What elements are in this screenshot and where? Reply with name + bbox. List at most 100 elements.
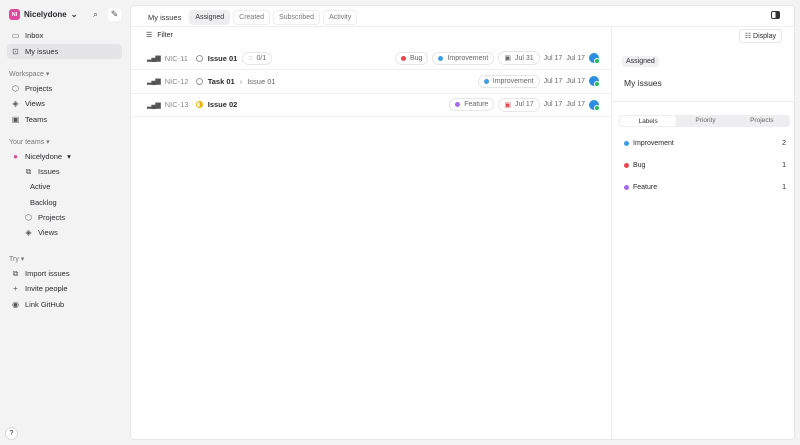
- subissue-progress[interactable]: ◌ 0/1: [242, 51, 273, 65]
- issue-title: Issue 02: [207, 100, 238, 110]
- assignee-avatar[interactable]: [589, 76, 600, 88]
- filter-icon: ☰: [146, 32, 153, 39]
- label: Backlog: [30, 198, 57, 207]
- sidebar-item-team-projects[interactable]: ⬡ Projects: [20, 210, 122, 225]
- toggle-panel-icon[interactable]: [771, 11, 780, 19]
- label: Active: [30, 182, 51, 191]
- issue-row[interactable]: ▂▄▆ NIC-12 Task 01 › Issue 01 Improvement …: [131, 70, 611, 94]
- label: Your teams: [9, 139, 45, 146]
- sidebar-item-views[interactable]: ◈ Views: [7, 96, 122, 111]
- label: My issues: [25, 47, 59, 56]
- sidebar-item-backlog[interactable]: Backlog: [26, 195, 122, 210]
- panel-title: My issues: [624, 78, 662, 88]
- sidebar-item-active[interactable]: Active: [26, 179, 122, 194]
- import-icon: ⧉: [12, 268, 19, 278]
- label-stat[interactable]: Feature 1: [624, 184, 786, 191]
- issue-id: NIC-12: [164, 76, 189, 86]
- updated-date: Jul 17: [566, 101, 585, 109]
- divider: [612, 101, 796, 102]
- label: Teams: [25, 115, 48, 124]
- workspace-name: Nicelydone: [24, 10, 67, 19]
- label-dot: [624, 141, 629, 146]
- count: 2: [782, 140, 786, 147]
- label: Improvement: [447, 54, 489, 62]
- label: Issues: [38, 167, 60, 176]
- updated-date: Jul 17: [566, 77, 585, 85]
- side-panel: Assigned My issues Labels Priority Proje…: [611, 26, 796, 441]
- issue-row[interactable]: ▂▄▆ NIC-11 Issue 01 ◌ 0/1 Bug Improvement …: [131, 47, 611, 71]
- label-dot: [624, 185, 629, 190]
- label: Jul 31: [514, 54, 534, 62]
- sidebar-item-github[interactable]: ◉ Link GitHub: [7, 297, 122, 312]
- label-dot: [400, 55, 406, 61]
- status-in-progress-icon[interactable]: [195, 101, 203, 109]
- status-todo-icon[interactable]: [195, 77, 203, 85]
- sidebar-item-invite[interactable]: + Invite people: [7, 281, 122, 296]
- label: Improvement: [633, 140, 674, 147]
- priority-icon[interactable]: ▂▄▆: [147, 101, 161, 109]
- label-chip[interactable]: Bug: [394, 51, 429, 65]
- due-date-chip[interactable]: ▣ Jul 31: [498, 51, 540, 66]
- panel-badge: Assigned: [622, 56, 659, 67]
- updated-date: Jul 17: [566, 54, 585, 62]
- sidebar-item-inbox[interactable]: ▭ Inbox: [7, 28, 122, 43]
- your-teams-section[interactable]: Your teams ▾: [9, 138, 50, 146]
- tab-created[interactable]: Created: [233, 10, 271, 25]
- views-icon: ◈: [12, 99, 19, 108]
- created-date: Jul 17: [543, 101, 563, 109]
- panel-tabs: Labels Priority Projects: [619, 115, 790, 127]
- priority-icon[interactable]: ▂▄▆: [147, 54, 161, 62]
- github-icon: ◉: [12, 300, 19, 309]
- tab-activity[interactable]: Activity: [323, 10, 358, 25]
- created-date: Jul 17: [543, 77, 563, 85]
- label-stat[interactable]: Improvement 2: [624, 140, 786, 147]
- count: 1: [782, 184, 786, 191]
- assignee-avatar[interactable]: [589, 53, 600, 65]
- label: Nicelydone: [25, 152, 63, 161]
- caret-icon: ▾: [67, 152, 71, 161]
- label-stat[interactable]: Bug 1: [624, 162, 786, 169]
- sidebar-item-team-views[interactable]: ◈ Views: [20, 225, 122, 240]
- sidebar-item-issues[interactable]: ⧉ Issues: [20, 164, 122, 179]
- issue-id: NIC-13: [164, 100, 189, 110]
- assignee-avatar[interactable]: [589, 99, 600, 111]
- teams-icon: ▣: [11, 115, 20, 124]
- sidebar-item-teams[interactable]: ▣ Teams: [7, 112, 122, 127]
- label: Link GitHub: [25, 300, 65, 309]
- projects-icon: ⬡: [12, 84, 19, 93]
- tab-assigned[interactable]: Assigned: [189, 10, 231, 25]
- due-date-chip[interactable]: ▣ Jul 17: [498, 97, 540, 112]
- team-nicelydone[interactable]: ● Nicelydone ▾: [7, 149, 122, 164]
- target-icon: ⊡: [12, 47, 19, 56]
- label-chip[interactable]: Improvement: [432, 51, 495, 65]
- help-button[interactable]: ?: [5, 427, 18, 440]
- issue-list: ▂▄▆ NIC-11 Issue 01 ◌ 0/1 Bug Improvement …: [131, 47, 611, 117]
- label: Projects: [25, 84, 53, 93]
- label-chip[interactable]: Improvement: [477, 74, 540, 88]
- parent-issue[interactable]: Issue 01: [247, 77, 275, 86]
- sidebar-item-my-issues[interactable]: ⊡ My issues: [7, 44, 122, 59]
- inbox-icon: ▭: [11, 31, 20, 40]
- search-icon[interactable]: ⌕: [89, 8, 102, 21]
- issue-row[interactable]: ▂▄▆ NIC-13 Issue 02 Feature ▣ Jul 17 Jul 1…: [131, 94, 611, 117]
- tab-projects[interactable]: Projects: [734, 115, 790, 127]
- new-issue-icon[interactable]: ✎: [108, 8, 121, 21]
- status-todo-icon[interactable]: [195, 54, 203, 62]
- tab-subscribed[interactable]: Subscribed: [273, 10, 321, 25]
- filter-button[interactable]: ☰ Filter: [146, 31, 173, 40]
- tab-priority[interactable]: Priority: [677, 115, 733, 127]
- team-icon: ●: [13, 152, 18, 161]
- count: 1: [782, 162, 786, 169]
- priority-icon[interactable]: ▂▄▆: [147, 77, 161, 85]
- calendar-icon: ▣: [504, 55, 511, 63]
- sidebar-item-projects[interactable]: ⬡ Projects: [7, 81, 122, 96]
- page-title: My issues: [148, 13, 182, 22]
- label-chip[interactable]: Feature: [449, 98, 495, 112]
- label: Inbox: [25, 31, 44, 40]
- try-section[interactable]: Try ▾: [9, 255, 24, 263]
- workspace-section[interactable]: Workspace ▾: [9, 70, 49, 78]
- workspace-switcher[interactable]: NI Nicelydone ⌄: [9, 9, 77, 20]
- tab-labels[interactable]: Labels: [620, 116, 677, 126]
- sidebar-item-import[interactable]: ⧉ Import issues: [7, 266, 122, 281]
- created-date: Jul 17: [543, 54, 563, 62]
